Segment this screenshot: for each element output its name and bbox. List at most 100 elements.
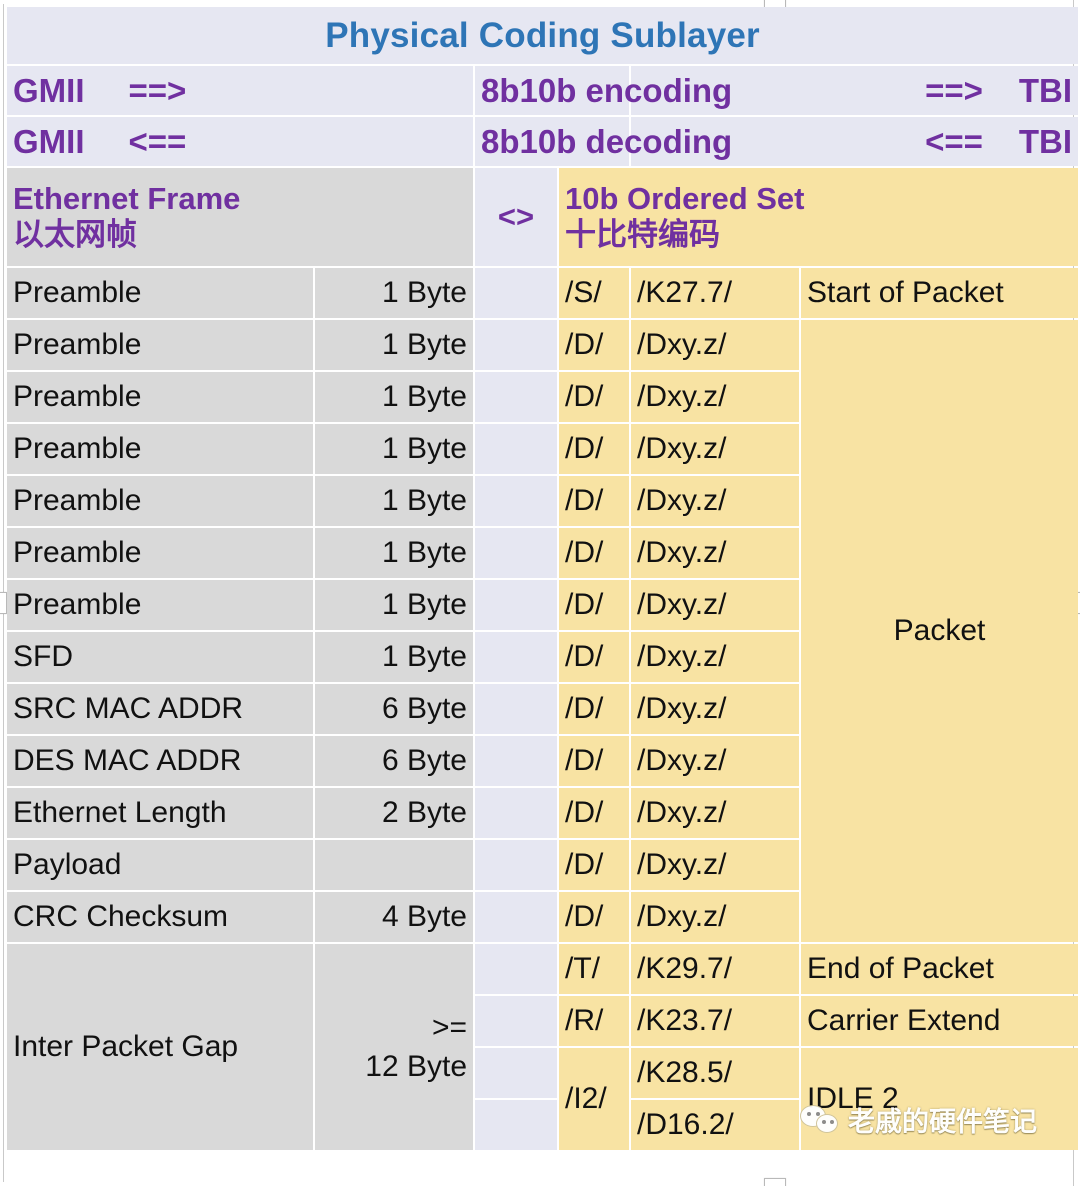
spacer-cell (475, 840, 557, 890)
gmii-decode-source: GMII <== (7, 117, 473, 166)
ordered-set-code: /S/ (559, 268, 629, 318)
field-size: 1 Byte (315, 320, 473, 370)
encoding-operation: 8b10b encoding (475, 66, 732, 115)
field-name: Preamble (7, 528, 313, 578)
gmii-label-decode: GMII (13, 122, 85, 160)
ordered-set-symbol: /Dxy.z/ (631, 788, 799, 838)
ordered-set-symbol: /Dxy.z/ (631, 372, 799, 422)
ethernet-frame-header: Ethernet Frame 以太网帧 (7, 168, 473, 266)
packet-span-label: Packet (801, 320, 1079, 942)
field-name: CRC Checksum (7, 892, 313, 942)
ordered-set-symbol: /Dxy.z/ (631, 476, 799, 526)
title-row: Physical Coding Sublayer (7, 7, 1079, 64)
gmii-label-encode: GMII (13, 71, 85, 109)
field-size: 1 Byte (315, 476, 473, 526)
ordered-set-code: /D/ (559, 424, 629, 474)
ordered-set-code: /D/ (559, 476, 629, 526)
ordered-set-symbol: /Dxy.z/ (631, 528, 799, 578)
mapping-arrow-icon: <> (475, 168, 557, 266)
field-size: 2 Byte (315, 788, 473, 838)
spacer-cell (475, 268, 557, 318)
ordered-set-code: /D/ (559, 372, 629, 422)
table-row-ipg-eop: Inter Packet Gap >= 12 Byte /T/ /K29.7/ … (7, 944, 1079, 1150)
spacer-cell (475, 996, 557, 1046)
ipg-size-value: 12 Byte (365, 1050, 467, 1083)
resize-handle-bottom[interactable] (764, 1178, 786, 1186)
field-size: 1 Byte (315, 632, 473, 682)
field-name: Preamble (7, 476, 313, 526)
ordered-set-header: 10b Ordered Set 十比特编码 (559, 168, 1079, 266)
field-size: 1 Byte (315, 372, 473, 422)
field-size: 1 Byte (315, 268, 473, 318)
ordered-set-code: /D/ (559, 788, 629, 838)
spacer-cell (475, 476, 557, 526)
ordered-set-code: /D/ (559, 632, 629, 682)
spacer-cell (475, 1100, 557, 1150)
ordered-set-symbol: /Dxy.z/ (631, 840, 799, 890)
spacer-cell (475, 632, 557, 682)
inter-packet-gap-size: >= 12 Byte (315, 944, 473, 1150)
ordered-set-code: /T/ (559, 944, 629, 994)
ordered-set-code-idle: /I2/ (559, 1048, 629, 1150)
pcs-diagram-page: { "title": "Physical Coding Sublayer", "… (0, 0, 1080, 1186)
field-size: 1 Byte (315, 424, 473, 474)
ordered-set-symbol: /Dxy.z/ (631, 892, 799, 942)
field-size: 6 Byte (315, 684, 473, 734)
ordered-set-code: /D/ (559, 892, 629, 942)
ordered-set-meaning-idle: IDLE 2 (801, 1048, 1079, 1150)
encoding-flow-row: GMII ==> 8b10b encoding ==> TBI (7, 66, 1079, 115)
ordered-set-meaning: Carrier Extend (801, 996, 1079, 1046)
spacer-cell (475, 320, 557, 370)
field-size: 6 Byte (315, 736, 473, 786)
arrow-right-encode-icon: ==> (128, 71, 187, 109)
ipg-size-operator: >= (431, 1011, 467, 1044)
field-name: Payload (7, 840, 313, 890)
ordered-set-symbol: /K29.7/ (631, 944, 799, 994)
spacer-cell (475, 892, 557, 942)
decoding-flow-row: GMII <== 8b10b decoding <== TBI (7, 117, 1079, 166)
ordered-set-header-zh: 十比特编码 (565, 217, 720, 252)
arrow-right-encode-dest-icon: ==> (925, 71, 983, 109)
spacer-cell (475, 580, 557, 630)
ordered-set-code: /D/ (559, 736, 629, 786)
ordered-set-symbol: /Dxy.z/ (631, 580, 799, 630)
table-row: Preamble 1 Byte /D/ /Dxy.z/ Packet (7, 320, 1079, 942)
spacer-cell (475, 684, 557, 734)
ordered-set-code: /D/ (559, 528, 629, 578)
spacer-cell (475, 944, 557, 994)
ordered-set-symbol: /Dxy.z/ (631, 424, 799, 474)
field-name: SFD (7, 632, 313, 682)
spacer-cell (475, 1048, 557, 1098)
tbi-label-decode: TBI (1018, 122, 1073, 160)
field-name: Preamble (7, 372, 313, 422)
ethernet-frame-header-zh: 以太网帧 (13, 217, 137, 252)
field-name: DES MAC ADDR (7, 736, 313, 786)
decoding-operation: 8b10b decoding (475, 117, 732, 166)
page-title: Physical Coding Sublayer (7, 7, 1079, 64)
ethernet-frame-header-en: Ethernet Frame (13, 181, 241, 217)
ordered-set-symbol: /K28.5/ (631, 1048, 799, 1098)
ordered-set-symbol: /K27.7/ (631, 268, 799, 318)
field-name: Preamble (7, 424, 313, 474)
field-name: Preamble (7, 268, 313, 318)
spacer-cell (475, 528, 557, 578)
field-name: Preamble (7, 320, 313, 370)
ordered-set-symbol: /Dxy.z/ (631, 736, 799, 786)
field-name: Preamble (7, 580, 313, 630)
section-header-row: Ethernet Frame 以太网帧 <> 10b Ordered Set 十… (7, 168, 1079, 266)
pcs-table: Physical Coding Sublayer GMII ==> 8b10b e… (5, 5, 1080, 1152)
spacer-cell (475, 736, 557, 786)
field-name: Ethernet Length (7, 788, 313, 838)
inter-packet-gap-name: Inter Packet Gap (7, 944, 313, 1150)
field-size: 1 Byte (315, 528, 473, 578)
field-name: SRC MAC ADDR (7, 684, 313, 734)
ordered-set-code: /D/ (559, 840, 629, 890)
gmii-encode-source: GMII ==> (7, 66, 473, 115)
ordered-set-code: /D/ (559, 684, 629, 734)
table-row: Preamble 1 Byte /S/ /K27.7/ Start of Pac… (7, 268, 1079, 318)
ordered-set-code: /D/ (559, 580, 629, 630)
arrow-left-decode-dest-icon: <== (925, 122, 983, 160)
tbi-label-encode: TBI (1018, 71, 1073, 109)
spacer-cell (475, 788, 557, 838)
ordered-set-symbol: /Dxy.z/ (631, 684, 799, 734)
